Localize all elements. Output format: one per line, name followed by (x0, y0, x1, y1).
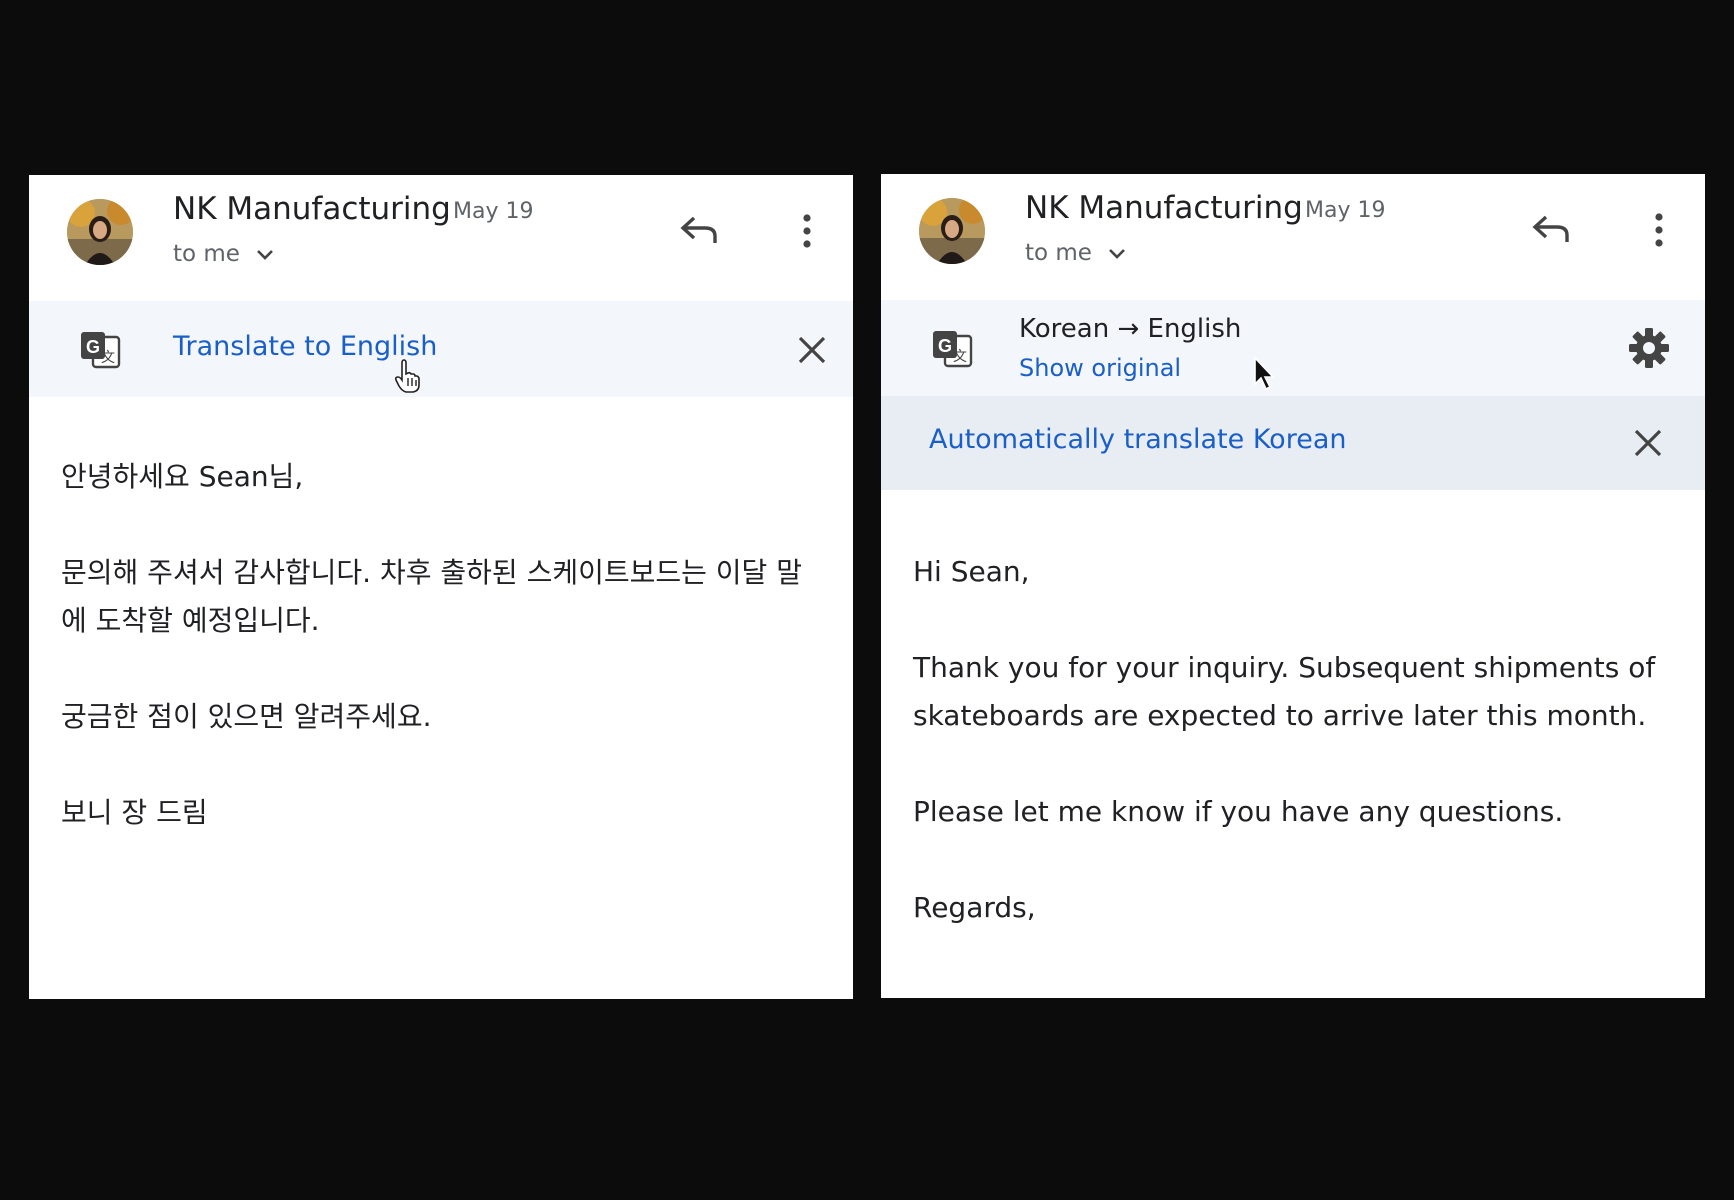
email-body: 안녕하세요 Sean님, 문의해 주셔서 감사합니다. 차후 출하된 스케이트보… (61, 453, 823, 885)
auto-translate-link[interactable]: Automatically translate Korean (929, 424, 1346, 455)
sender-name: NK Manufacturing (1025, 190, 1303, 226)
email-date: May 19 (1305, 198, 1386, 223)
sender-avatar[interactable] (67, 199, 133, 265)
body-greeting: 안녕하세요 Sean님, (61, 460, 304, 493)
svg-text:文: 文 (953, 349, 967, 365)
body-paragraph-2: 궁금한 점이 있으면 알려주세요. (61, 700, 432, 733)
target-language: English (1147, 314, 1242, 344)
body-greeting: Hi Sean, (913, 555, 1030, 588)
body-paragraph-1: Thank you for your inquiry. Subsequent s… (913, 651, 1656, 732)
arrow-icon: → (1117, 314, 1140, 344)
hand-cursor-icon (394, 359, 420, 393)
chevron-down-icon[interactable] (253, 243, 277, 267)
email-body: Hi Sean, Thank you for your inquiry. Sub… (913, 548, 1675, 980)
close-icon[interactable] (795, 333, 829, 367)
email-panel-translated: NK Manufacturing May 19 to me G 文 Korean… (881, 174, 1705, 998)
translation-language-pair: Korean → English (1019, 314, 1241, 344)
email-header: NK Manufacturing May 19 to me (29, 175, 853, 301)
sender-avatar[interactable] (919, 198, 985, 264)
svg-text:文: 文 (101, 350, 115, 366)
body-paragraph-1: 문의해 주셔서 감사합니다. 차후 출하된 스케이트보드는 이달 말에 도착할 … (61, 556, 802, 637)
reply-icon[interactable] (677, 209, 721, 253)
google-translate-icon: G 文 (933, 331, 973, 368)
more-vert-icon[interactable] (795, 209, 819, 253)
source-language: Korean (1019, 314, 1110, 344)
translate-to-english-link[interactable]: Translate to English (173, 331, 437, 362)
svg-text:G: G (938, 336, 952, 356)
chevron-down-icon[interactable] (1105, 242, 1129, 266)
email-header: NK Manufacturing May 19 to me (881, 174, 1705, 300)
close-icon[interactable] (1631, 426, 1665, 460)
svg-text:G: G (86, 337, 100, 357)
translate-banner: G 文 Korean → English Show original (881, 300, 1705, 396)
translate-banner: G 文 Translate to English (29, 301, 853, 397)
google-translate-icon: G 文 (81, 332, 121, 369)
body-paragraph-2: Please let me know if you have any quest… (913, 795, 1564, 828)
more-vert-icon[interactable] (1647, 208, 1671, 252)
sender-name: NK Manufacturing (173, 191, 451, 227)
email-date: May 19 (453, 199, 534, 224)
auto-translate-banner: Automatically translate Korean (881, 396, 1705, 490)
body-signoff: 보니 장 드림 (61, 796, 208, 829)
gear-icon[interactable] (1627, 326, 1671, 370)
reply-icon[interactable] (1529, 208, 1573, 252)
recipient-label: to me (173, 241, 240, 267)
recipient-label: to me (1025, 240, 1092, 266)
body-signoff: Regards, (913, 891, 1036, 924)
show-original-link[interactable]: Show original (1019, 354, 1181, 382)
email-panel-original: NK Manufacturing May 19 to me G 文 Transl… (29, 175, 853, 999)
arrow-cursor-icon (1254, 356, 1275, 390)
